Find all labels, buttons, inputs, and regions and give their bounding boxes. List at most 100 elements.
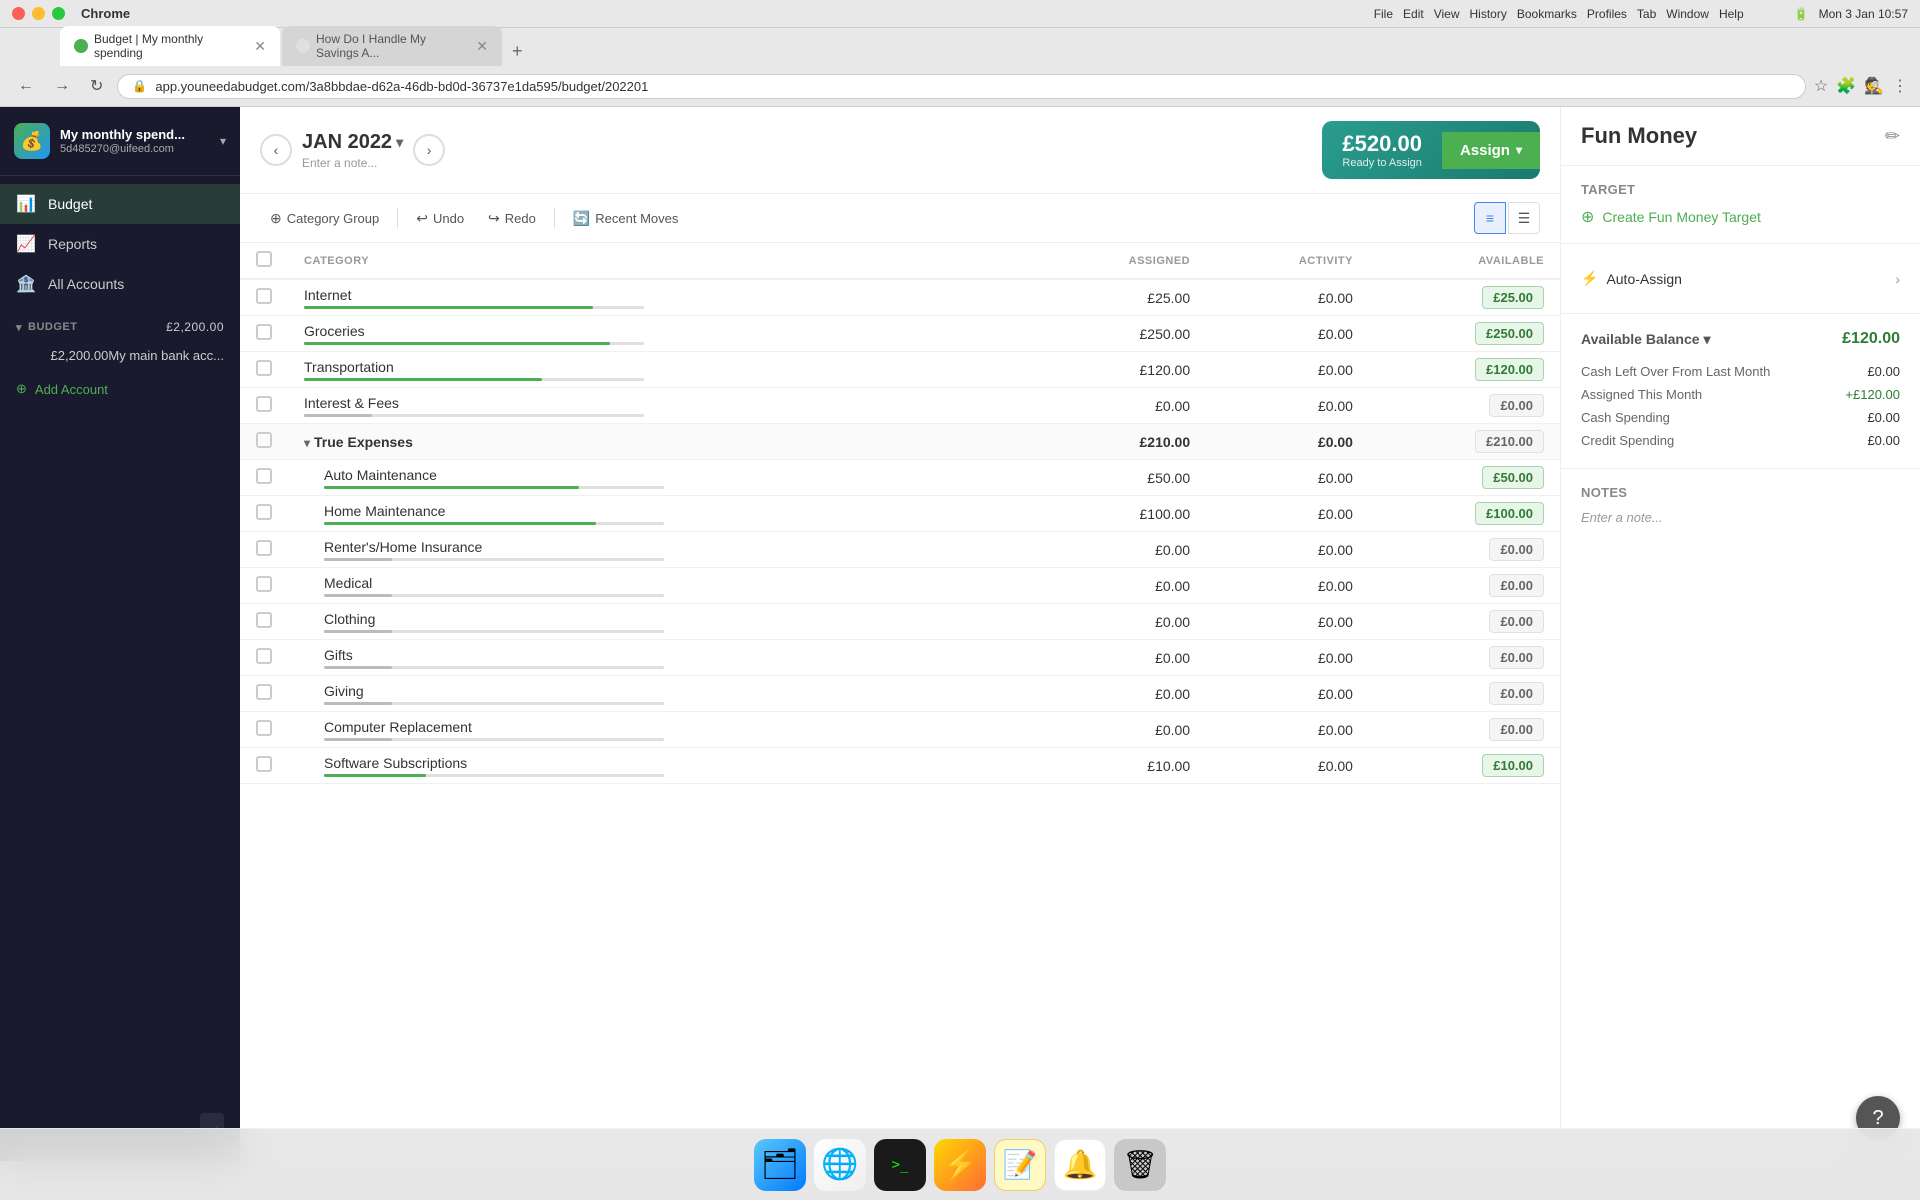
- compact-view-button[interactable]: ☰: [1508, 202, 1540, 234]
- back-button[interactable]: ←: [12, 75, 40, 97]
- dock-finder[interactable]: 🗂: [754, 1139, 806, 1191]
- available-cell: £0.00: [1369, 676, 1560, 712]
- row-checkbox[interactable]: [256, 360, 272, 376]
- forward-button[interactable]: →: [48, 75, 76, 97]
- category-cell[interactable]: Transportation: [288, 352, 1029, 388]
- assigned-cell[interactable]: £0.00: [1029, 676, 1206, 712]
- edit-icon[interactable]: ✏: [1885, 126, 1900, 147]
- tab-close-savings[interactable]: ✕: [476, 38, 488, 55]
- row-checkbox[interactable]: [256, 432, 272, 448]
- month-title[interactable]: JAN 2022 ▾: [302, 131, 403, 154]
- menu-file[interactable]: File: [1374, 7, 1393, 21]
- assigned-cell[interactable]: £250.00: [1029, 316, 1206, 352]
- category-cell[interactable]: Gifts: [288, 640, 1029, 676]
- assigned-cell[interactable]: £25.00: [1029, 279, 1206, 316]
- create-target-button[interactable]: ⊕ Create Fun Money Target: [1581, 207, 1900, 227]
- category-cell[interactable]: Clothing: [288, 604, 1029, 640]
- menu-tab[interactable]: Tab: [1637, 7, 1656, 21]
- tab-budget[interactable]: Budget | My monthly spending ✕: [60, 26, 280, 66]
- incognito-icon[interactable]: 🕵: [1864, 76, 1884, 96]
- app-container: 💰 My monthly spend... 5d485270@uifeed.co…: [0, 107, 1920, 1161]
- prev-month-button[interactable]: ‹: [260, 134, 292, 166]
- category-cell[interactable]: Giving: [288, 676, 1029, 712]
- sidebar-account-bank[interactable]: My main bank acc... £2,200.00: [0, 342, 240, 369]
- assigned-cell[interactable]: £10.00: [1029, 748, 1206, 784]
- row-checkbox[interactable]: [256, 468, 272, 484]
- dock-terminal[interactable]: >_: [874, 1139, 926, 1191]
- assigned-cell[interactable]: £120.00: [1029, 352, 1206, 388]
- row-checkbox[interactable]: [256, 540, 272, 556]
- menu-window[interactable]: Window: [1666, 7, 1709, 21]
- dock-chrome[interactable]: 🌐: [814, 1139, 866, 1191]
- dock-notes[interactable]: 📝: [994, 1139, 1046, 1191]
- assigned-cell[interactable]: £0.00: [1029, 532, 1206, 568]
- next-month-button[interactable]: ›: [413, 134, 445, 166]
- assigned-cell[interactable]: £50.00: [1029, 460, 1206, 496]
- undo-button[interactable]: ↩ Undo: [406, 205, 474, 232]
- row-checkbox[interactable]: [256, 324, 272, 340]
- menu-edit[interactable]: Edit: [1403, 7, 1424, 21]
- assigned-cell[interactable]: £0.00: [1029, 640, 1206, 676]
- dock-spark[interactable]: ⚡: [934, 1139, 986, 1191]
- add-account-button[interactable]: ⊕ Add Account: [0, 373, 240, 405]
- row-checkbox[interactable]: [256, 612, 272, 628]
- row-checkbox[interactable]: [256, 756, 272, 772]
- menu-view[interactable]: View: [1434, 7, 1460, 21]
- assigned-cell[interactable]: £0.00: [1029, 388, 1206, 424]
- category-cell[interactable]: Home Maintenance: [288, 496, 1029, 532]
- assigned-cell[interactable]: £0.00: [1029, 604, 1206, 640]
- add-category-group-button[interactable]: ⊕ Category Group: [260, 205, 389, 232]
- menu-history[interactable]: History: [1470, 7, 1507, 21]
- category-cell[interactable]: Auto Maintenance: [288, 460, 1029, 496]
- category-cell[interactable]: Renter's/Home Insurance: [288, 532, 1029, 568]
- menu-profiles[interactable]: Profiles: [1587, 7, 1627, 21]
- category-cell[interactable]: Software Subscriptions: [288, 748, 1029, 784]
- tab-savings[interactable]: How Do I Handle My Savings A... ✕: [282, 26, 502, 66]
- category-cell[interactable]: Internet: [288, 279, 1029, 316]
- recent-moves-button[interactable]: 🔄 Recent Moves: [563, 205, 689, 232]
- reload-button[interactable]: ↻: [84, 74, 109, 98]
- dock-trash[interactable]: 🗑: [1114, 1139, 1166, 1191]
- activity-cell: £0.00: [1206, 279, 1369, 316]
- assigned-cell[interactable]: £0.00: [1029, 568, 1206, 604]
- row-checkbox[interactable]: [256, 720, 272, 736]
- sidebar-header[interactable]: 💰 My monthly spend... 5d485270@uifeed.co…: [0, 107, 240, 176]
- notes-input[interactable]: Enter a note...: [1581, 510, 1900, 525]
- row-checkbox[interactable]: [256, 576, 272, 592]
- sidebar-item-budget[interactable]: 📊 Budget: [0, 184, 240, 224]
- assigned-cell[interactable]: £100.00: [1029, 496, 1206, 532]
- available-balance-toggle[interactable]: Available Balance ▾: [1581, 331, 1711, 348]
- sidebar-item-reports[interactable]: 📈 Reports: [0, 224, 240, 264]
- menu-help[interactable]: Help: [1719, 7, 1744, 21]
- list-view-button[interactable]: ≡: [1474, 202, 1506, 234]
- row-checkbox[interactable]: [256, 396, 272, 412]
- menu-icon[interactable]: ⋮: [1892, 76, 1908, 96]
- redo-button[interactable]: ↪ Redo: [478, 205, 546, 232]
- star-icon[interactable]: ☆: [1814, 76, 1828, 96]
- assign-button[interactable]: Assign ▾: [1442, 132, 1540, 169]
- close-button[interactable]: [12, 7, 25, 20]
- category-cell[interactable]: ▾True Expenses: [288, 424, 1029, 460]
- auto-assign-button[interactable]: ⚡ Auto-Assign ›: [1581, 260, 1900, 297]
- category-cell[interactable]: Groceries: [288, 316, 1029, 352]
- month-note[interactable]: Enter a note...: [302, 156, 403, 170]
- fullscreen-button[interactable]: [52, 7, 65, 20]
- category-cell[interactable]: Computer Replacement: [288, 712, 1029, 748]
- row-checkbox[interactable]: [256, 504, 272, 520]
- assigned-cell[interactable]: £210.00: [1029, 424, 1206, 460]
- dock-reminders[interactable]: 🔔: [1054, 1139, 1106, 1191]
- minimize-button[interactable]: [32, 7, 45, 20]
- select-all-checkbox[interactable]: [256, 251, 272, 267]
- sidebar-item-all-accounts[interactable]: 🏦 All Accounts: [0, 264, 240, 304]
- tab-close-budget[interactable]: ✕: [254, 38, 266, 55]
- extensions-icon[interactable]: 🧩: [1836, 76, 1856, 96]
- row-checkbox[interactable]: [256, 684, 272, 700]
- assigned-cell[interactable]: £0.00: [1029, 712, 1206, 748]
- menu-bookmarks[interactable]: Bookmarks: [1517, 7, 1577, 21]
- row-checkbox[interactable]: [256, 288, 272, 304]
- new-tab-button[interactable]: +: [504, 37, 531, 66]
- category-cell[interactable]: Interest & Fees: [288, 388, 1029, 424]
- row-checkbox[interactable]: [256, 648, 272, 664]
- url-bar[interactable]: 🔒 app.youneedabudget.com/3a8bbdae-d62a-4…: [117, 74, 1805, 99]
- category-cell[interactable]: Medical: [288, 568, 1029, 604]
